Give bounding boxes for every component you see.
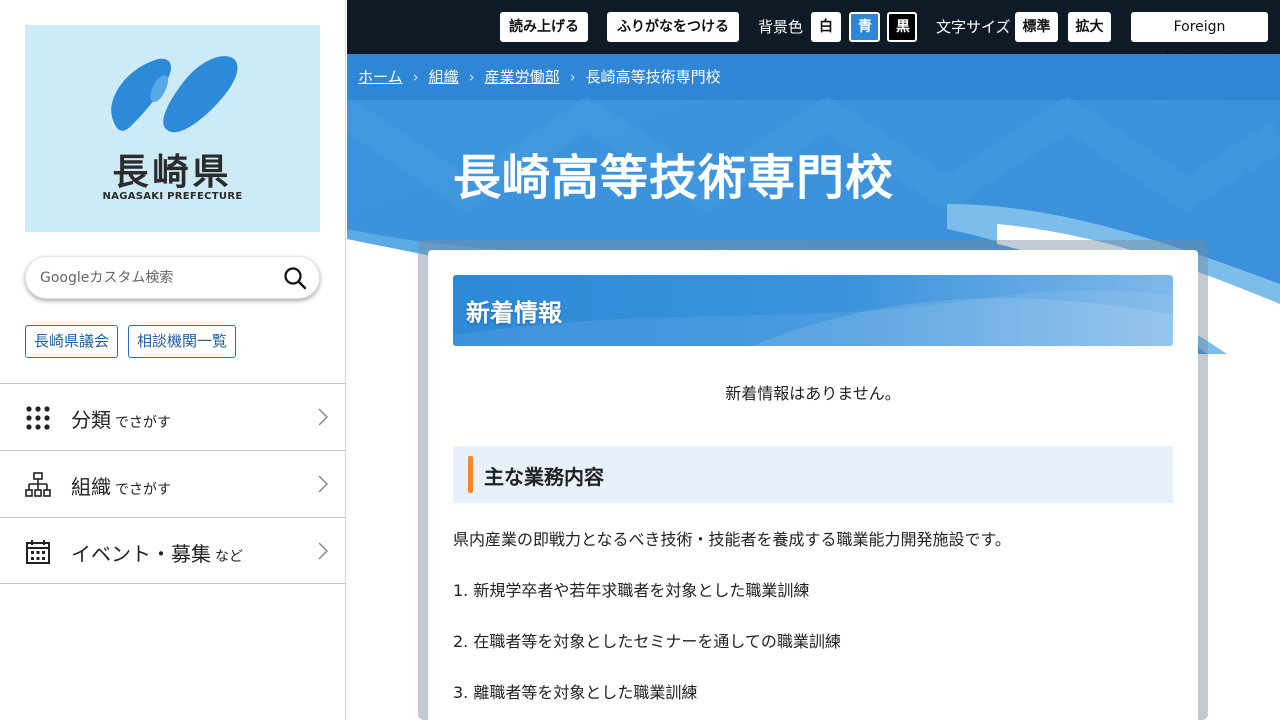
read-aloud-button[interactable]: 読み上げる (500, 12, 588, 42)
bg-color-label: 背景色 (758, 18, 804, 36)
accent-bar (468, 456, 473, 493)
content-card: 新着情報 新着情報はありません。 主な業務内容 県内産業の即戦力となるべき技術・… (428, 250, 1198, 720)
business-description: 県内産業の即戦力となるべき技術・技能者を養成する職業能力開発施設です。 (453, 530, 1011, 549)
chevron-right-icon (318, 408, 328, 426)
nav-label-organization: 組織 でさがす (71, 475, 171, 499)
breadcrumb-home[interactable]: ホーム (358, 68, 403, 86)
font-standard-button[interactable]: 標準 (1015, 12, 1058, 42)
chevron-right-icon (318, 542, 328, 560)
business-item: 2. 在職者等を対象としたセミナーを通しての職業訓練 (453, 632, 841, 651)
bg-black-button[interactable]: 黒 (887, 12, 917, 42)
breadcrumb: ホーム › 組織 › 産業労働部 › 長崎高等技術専門校 (358, 66, 721, 87)
font-size-label: 文字サイズ (936, 18, 1011, 36)
business-header: 主な業務内容 (453, 446, 1173, 503)
search-box (25, 256, 320, 299)
breadcrumb-organization[interactable]: 組織 (429, 68, 459, 86)
chevron-right-icon: › (412, 68, 419, 86)
breadcrumb-industry-labor[interactable]: 産業労働部 (485, 68, 560, 86)
calendar-icon (26, 540, 50, 564)
assembly-link-button[interactable]: 長崎県議会 (25, 325, 119, 358)
consultation-list-button[interactable]: 相談機関一覧 (128, 325, 237, 358)
sidebar: 長崎県 NAGASAKI PREFECTURE 長崎県議会 相談機関一覧 分類で… (0, 0, 346, 720)
chevron-right-icon: › (569, 68, 576, 86)
search-icon[interactable] (283, 266, 307, 290)
business-item: 1. 新規学卒者や若年求職者を対象とした職業訓練 (453, 581, 810, 600)
bg-blue-button[interactable]: 青 (849, 12, 880, 42)
nav-label-events: イベント・募集 など (71, 542, 243, 566)
logo-name: 長崎県 (112, 152, 233, 193)
nav-label-category: 分類 でさがす (71, 408, 171, 432)
nav-item-category[interactable]: 分類 でさがす (0, 383, 346, 450)
foreign-language-button[interactable]: Foreign Language (1131, 12, 1268, 65)
search-input[interactable] (40, 257, 280, 298)
grid-dots-icon (26, 406, 50, 430)
logo-sub: NAGASAKI PREFECTURE (102, 191, 243, 202)
business-title: 主な業務内容 (484, 465, 604, 489)
org-chart-icon (25, 472, 51, 497)
chevron-right-icon: › (468, 68, 475, 86)
furigana-button[interactable]: ふりがなをつける (607, 12, 739, 42)
font-large-button[interactable]: 拡大 (1068, 12, 1111, 42)
logo-mark-icon (111, 56, 238, 133)
nav-item-organization[interactable]: 組織 でさがす (0, 450, 346, 517)
prefecture-logo[interactable]: 長崎県 NAGASAKI PREFECTURE (25, 25, 320, 232)
nav-item-events[interactable]: イベント・募集 など (0, 517, 346, 584)
accessibility-toolbar: 読み上げる ふりがなをつける 背景色 白 青 黒 文字サイズ 標準 拡大 For… (347, 0, 1280, 65)
news-header: 新着情報 (453, 275, 1173, 346)
bg-white-button[interactable]: 白 (811, 12, 841, 42)
main-content: ホーム › 組織 › 産業労働部 › 長崎高等技術専門校 長崎高等技術専門校 新着情報 新着… (347, 54, 1280, 720)
page-title: 長崎高等技術専門校 (453, 150, 895, 206)
business-item: 3. 離職者等を対象とした職業訓練 (453, 683, 698, 702)
chevron-right-icon (318, 475, 328, 493)
news-empty-message: 新着情報はありません。 (725, 384, 901, 403)
news-title: 新着情報 (466, 299, 562, 327)
breadcrumb-current: 長崎高等技術専門校 (585, 68, 721, 86)
